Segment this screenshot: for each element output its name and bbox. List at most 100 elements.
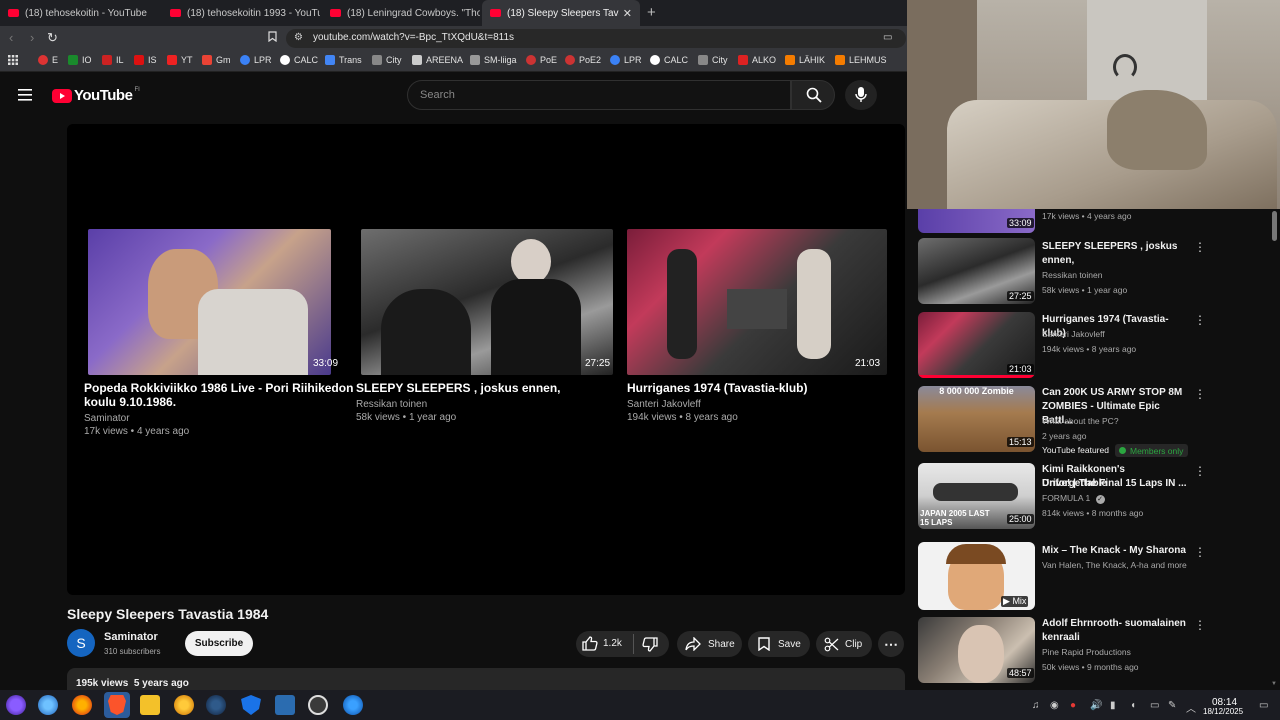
more-vertical-icon[interactable]: ⋮: [1194, 240, 1206, 254]
bookmark-is[interactable]: IS: [134, 55, 157, 65]
new-tab-icon[interactable]: +: [647, 4, 656, 21]
dislike-button[interactable]: [642, 637, 658, 655]
bookmark-poe[interactable]: PoE: [526, 55, 557, 65]
bookmark-yt[interactable]: YT: [167, 55, 193, 65]
visual-studio-icon[interactable]: [275, 695, 295, 715]
scrollbar-thumb[interactable]: [1272, 211, 1277, 241]
tray-app-icon[interactable]: ◉: [1050, 700, 1059, 711]
endcard-title[interactable]: Hurriganes 1974 (Tavastia-klub): [627, 381, 808, 395]
mix-label: Mix: [1012, 596, 1027, 606]
reload-icon[interactable]: ↻: [47, 30, 58, 46]
page-scrollbar[interactable]: ▼: [1270, 209, 1278, 690]
start-button-icon[interactable]: [6, 695, 26, 715]
channel-name[interactable]: Saminator: [104, 631, 158, 643]
bookmark-favicon-icon: [835, 55, 845, 65]
microphone-tray-icon[interactable]: ◖: [1130, 700, 1136, 711]
more-vertical-icon[interactable]: ⋮: [1194, 545, 1206, 559]
bookmark-lahik[interactable]: LÄHIK: [785, 55, 825, 65]
show-hidden-icons-chevron-icon[interactable]: ︿: [1186, 700, 1196, 715]
bookmark-label: E: [52, 55, 59, 65]
bookmark-city-2[interactable]: City: [698, 55, 728, 65]
volume-icon[interactable]: 🔊: [1090, 700, 1102, 711]
more-actions-button[interactable]: ⋯: [878, 631, 904, 657]
voice-search-button[interactable]: [845, 80, 877, 110]
more-vertical-icon[interactable]: ⋮: [1194, 464, 1206, 478]
endcard-thumbnail[interactable]: [361, 229, 613, 375]
bookmark-city[interactable]: City: [372, 55, 402, 65]
cast-icon[interactable]: ▭: [883, 32, 892, 43]
bookmark-lpr[interactable]: LPR: [240, 55, 272, 65]
bookmarks-bar: E IO IL IS YT Gm LPR CALC Trans City ARE…: [0, 51, 907, 72]
firefox-icon[interactable]: [72, 695, 92, 715]
pen-icon[interactable]: ✎: [1168, 700, 1176, 711]
bookmark-icon[interactable]: [268, 30, 277, 45]
obs-icon[interactable]: [308, 695, 328, 715]
endcard-thumbnail[interactable]: [88, 229, 331, 375]
recommendation-title-line2[interactable]: ennen,: [1042, 254, 1187, 268]
back-icon[interactable]: ‹: [9, 30, 13, 45]
bookmark-favicon-icon: [240, 55, 250, 65]
recommendation-title-line2[interactable]: kenraali: [1042, 631, 1187, 645]
recommendation-title[interactable]: SLEEPY SLEEPERS , joskus: [1042, 240, 1187, 254]
app-icon[interactable]: [174, 695, 194, 715]
channel-avatar[interactable]: S: [67, 629, 95, 657]
bookmark-e[interactable]: E: [38, 55, 58, 65]
subscribe-button[interactable]: Subscribe: [185, 631, 253, 656]
bookmark-io[interactable]: IO: [68, 55, 92, 65]
endcard-title-line2[interactable]: koulu 9.10.1986.: [84, 395, 176, 409]
menu-icon[interactable]: [18, 88, 32, 106]
youtube-logo-icon: [52, 88, 72, 103]
search-button[interactable]: [791, 80, 835, 110]
recommendation-title[interactable]: Adolf Ehrnrooth- suomalainen: [1042, 617, 1187, 631]
like-button[interactable]: [582, 636, 598, 654]
notification-tray-icon[interactable]: ♫: [1032, 700, 1040, 711]
tab-sleepy-sleepers[interactable]: (18) Sleepy Sleepers Tavastia ✕: [482, 0, 640, 26]
save-button[interactable]: Save: [748, 631, 810, 657]
search-input[interactable]: Search: [407, 80, 791, 110]
recommendation-meta: 17k views • 4 years ago: [1042, 211, 1132, 221]
usb-icon[interactable]: ▮: [1110, 700, 1116, 711]
tab-tehosekoitin-1993[interactable]: (18) tehosekoitin 1993 - YouTube: [162, 0, 320, 26]
close-tab-icon[interactable]: ✕: [623, 7, 632, 20]
endcard-thumbnail[interactable]: [627, 229, 887, 375]
bookmark-gm[interactable]: Gm: [202, 55, 231, 65]
scroll-down-arrow-icon[interactable]: ▼: [1271, 681, 1277, 687]
bookmark-lehmus[interactable]: LEHMUS: [835, 55, 887, 65]
clock-date[interactable]: 18/12/2025: [1203, 707, 1243, 716]
notifications-icon[interactable]: ▭: [1259, 700, 1268, 711]
bookmark-alko[interactable]: ALKO: [738, 55, 776, 65]
bookmark-calc[interactable]: CALC: [280, 55, 318, 65]
app-icon-2[interactable]: [343, 695, 363, 715]
tab-tehosekoitin[interactable]: (18) tehosekoitin - YouTube: [0, 0, 160, 26]
more-vertical-icon[interactable]: ⋮: [1194, 387, 1206, 401]
youtube-logo[interactable]: YouTube FI: [52, 87, 140, 104]
recommendation-title[interactable]: Mix – The Knack - My Sharona: [1042, 544, 1202, 558]
apps-icon[interactable]: [8, 55, 18, 65]
file-explorer-icon[interactable]: [140, 695, 160, 715]
bookmark-label: LPR: [624, 55, 642, 65]
share-button[interactable]: Share: [677, 631, 742, 657]
video-title: Sleepy Sleepers Tavastia 1984: [67, 606, 269, 622]
clip-button[interactable]: Clip: [816, 631, 872, 657]
endcard-title[interactable]: SLEEPY SLEEPERS , joskus ennen,: [356, 381, 561, 395]
bookmark-trans[interactable]: Trans: [325, 55, 362, 65]
bookmark-lpr-2[interactable]: LPR: [610, 55, 642, 65]
more-vertical-icon[interactable]: ⋮: [1194, 618, 1206, 632]
recommendation-title-line2[interactable]: Drive! | The Final 15 Laps IN ...: [1042, 477, 1187, 491]
bookmark-calc-2[interactable]: CALC: [650, 55, 688, 65]
bookmark-areena[interactable]: AREENA: [412, 55, 463, 65]
record-icon[interactable]: ●: [1070, 700, 1076, 711]
bookmark-il[interactable]: IL: [102, 55, 124, 65]
site-info-icon[interactable]: ⚙: [294, 32, 303, 43]
network-icon[interactable]: ▭: [1150, 700, 1159, 711]
bookmark-poe2[interactable]: PoE2: [565, 55, 601, 65]
tab-leningrad-cowboys[interactable]: (18) Leningrad Cowboys. "Those: [322, 0, 480, 26]
browser-icon[interactable]: [38, 695, 58, 715]
recommendation-title[interactable]: Can 200K US ARMY STOP 8M: [1042, 386, 1187, 400]
more-vertical-icon[interactable]: ⋮: [1194, 313, 1206, 327]
endcard-title[interactable]: Popeda Rokkiviikko 1986 Live - Pori Riih…: [84, 381, 353, 395]
forward-icon[interactable]: ›: [30, 30, 34, 45]
bookmark-sm-liiga[interactable]: SM-liiga: [470, 55, 517, 65]
steam-icon[interactable]: [206, 695, 226, 715]
brave-taskbar-slot[interactable]: [104, 692, 130, 718]
